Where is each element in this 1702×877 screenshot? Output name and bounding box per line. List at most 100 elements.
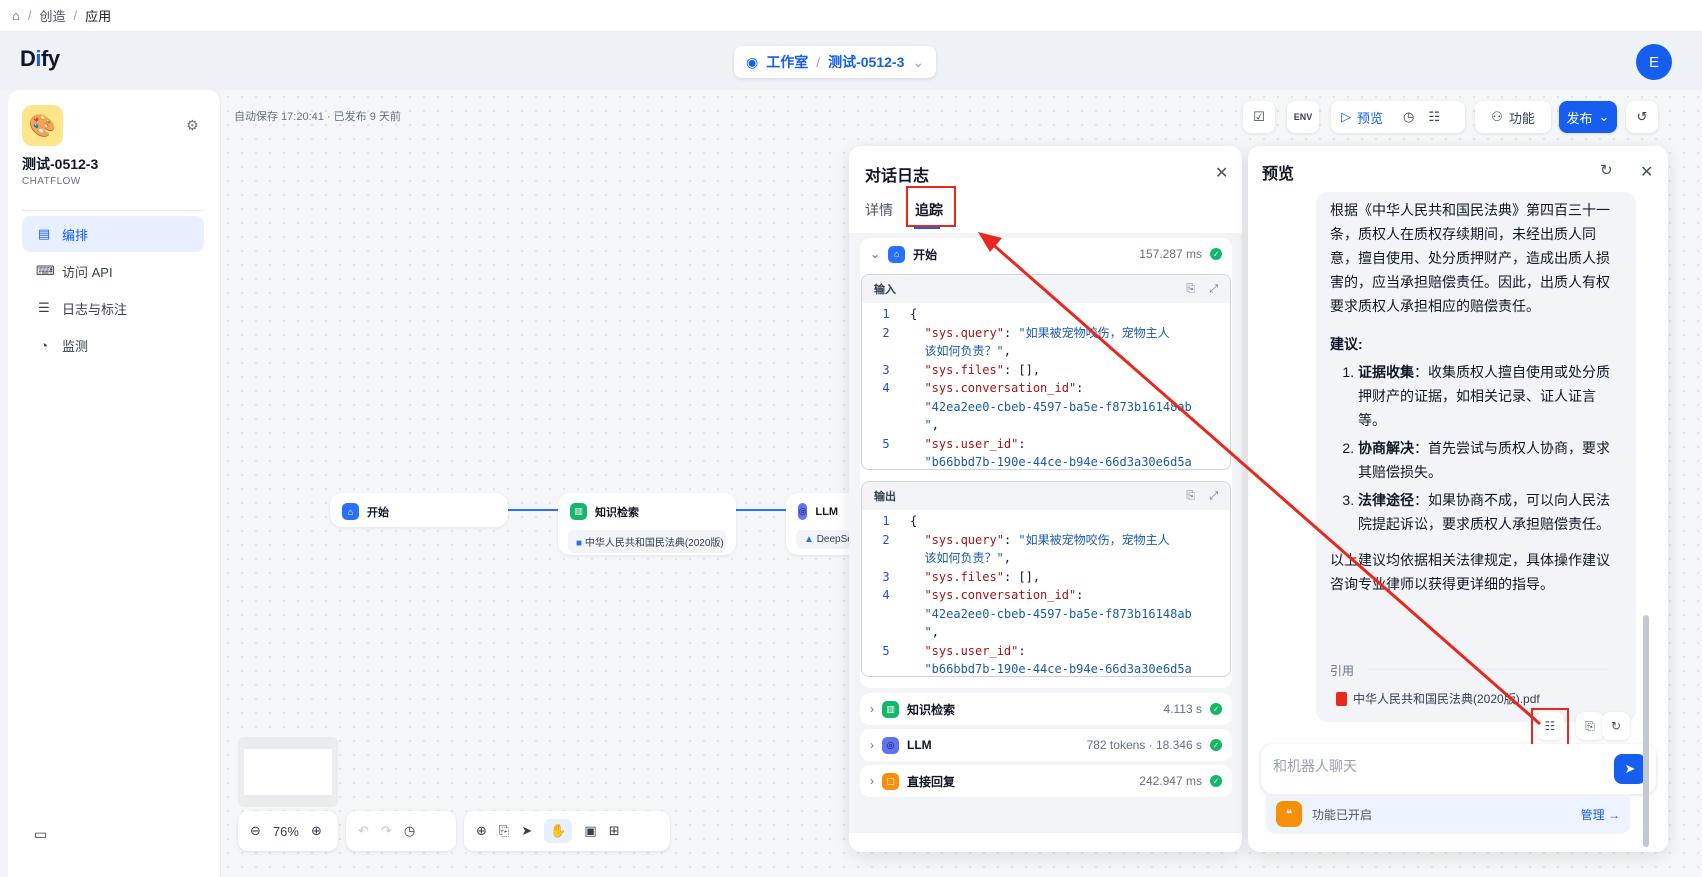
active-tab-indicator [914,227,940,229]
highlight-box [906,186,956,227]
pdf-icon [1336,691,1347,706]
trace-node-reply[interactable]: › ▢ 直接回复 242.947 ms ✓ [860,765,1232,797]
sidebar-item-orchestrate[interactable]: ▤ 编排 [22,216,204,252]
dataset-chip: ■ 中华人民共和国民法典(2020版) [568,530,726,553]
copy-button[interactable]: ⎘ [1576,712,1604,740]
pointer-icon[interactable]: ➤ [521,823,532,839]
export-image-icon[interactable]: ▣ [584,823,596,839]
features-status: 功能已开启 [1312,807,1373,822]
folder-icon: ■ [576,538,583,549]
minimap[interactable] [238,737,338,807]
zoom-controls: ⊖ 76% ⊕ [238,811,338,851]
chevron-right-icon: › [870,702,874,716]
publish-button[interactable]: 发布 ⌄ [1559,101,1617,133]
separator: / [816,54,821,70]
features-bar: ❝ 功能已开启 管理 → [1266,794,1630,834]
zoom-in-icon[interactable]: ⊕ [311,823,322,839]
sidebar-item-label: 日志与标注 [62,301,128,317]
features-icon: ⚇ [1491,109,1503,124]
env-label: ENV [1293,112,1313,122]
terminal-icon: ⌨ [36,263,55,278]
features-button[interactable]: ⚇ 功能 [1475,101,1551,133]
app-name: 测试-0512-3 [22,156,99,172]
close-icon[interactable]: ✕ [1640,162,1653,182]
copy-icon[interactable]: ⎘ [1186,283,1195,296]
breadcrumb-app: 应用 [85,9,112,24]
document-icon: ☰ [38,300,50,315]
scrollbar[interactable] [1643,195,1649,847]
answer-paragraph: 根据《中华人民共和国民法典》第四百三十一条，质权人在质权存续期间，未经出质人同意… [1330,202,1610,314]
logo-text: fy [41,46,60,71]
zoom-level[interactable]: 76% [273,824,299,839]
collapse-sidebar-icon[interactable]: ▭ [34,826,47,843]
model-chip: ▲ DeepSe [796,530,850,549]
regenerate-button[interactable]: ↻ [1602,712,1630,740]
workspace-switcher[interactable]: ◉ 工作室 / 测试-0512-3 ⌄ [734,46,937,78]
sidebar-item-monitor[interactable]: ◔ 监测 [22,327,204,363]
refresh-icon[interactable]: ↻ [1600,161,1613,179]
chevron-down-icon: ⌄ [912,53,925,70]
trace-node-knowledge[interactable]: › ▥ 知识检索 4.113 s ✓ [860,693,1232,725]
scrollbar-thumb[interactable] [1643,615,1649,847]
redo-icon[interactable]: ↷ [381,823,392,839]
breadcrumb-create[interactable]: 创造 [39,6,65,25]
reply-icon: ▢ [882,772,899,790]
close-icon[interactable]: ✕ [1215,163,1228,183]
history-controls: ↶ ↷ ◷ [346,811,456,851]
hand-icon[interactable]: ✋ [544,819,573,843]
model-name: DeepSe [816,534,850,545]
sidebar-item-logs[interactable]: ☰ 日志与标注 [22,290,204,326]
run-history-icon[interactable]: ◷ [1403,109,1414,125]
preview-button[interactable]: 预览 [1357,108,1383,127]
home-icon[interactable]: ⌂ [12,8,20,23]
add-node-icon[interactable]: ⊕ [476,823,487,839]
organize-icon[interactable]: ⊞ [609,823,620,839]
home-icon: ⌂ [888,245,906,263]
trace-node-llm[interactable]: › ◎ LLM 782 tokens · 18.346 s ✓ [860,729,1232,761]
checklist-button[interactable]: ☑ [1243,101,1275,133]
tab-detail[interactable]: 详情 [865,200,893,220]
answer-closing: 以上建议均依据相关法律规定，具体操作建议咨询专业律师以获得更详细的指导。 [1330,552,1610,592]
chat-input[interactable] [1273,758,1593,774]
trace-node-name: 开始 [913,247,938,262]
sidebar-item-api[interactable]: ⌨ 访问 API [22,253,204,289]
version-history-button[interactable]: ↺ [1626,101,1658,133]
expand-icon[interactable]: ⤢ [1209,490,1218,503]
input-label: 输入 [874,284,896,296]
node-knowledge-retrieval[interactable]: ▥ 知识检索 ■ 中华人民共和国民法典(2020版) [558,493,736,555]
trace-node-name: 知识检索 [907,702,956,717]
manage-link[interactable]: 管理 → [1581,806,1620,823]
citation-file: 中华人民共和国民法典(2020版).pdf [1353,692,1540,706]
input-box: 输入 ⎘ ⤢ 1{ 2 "sys.query": "如果被宠物咬伤，宠物主人 该如何… [861,274,1231,470]
copy-icon[interactable]: ⎘ [1186,490,1195,503]
checklist-icon[interactable]: ☷ [1428,109,1440,125]
book-icon: ▥ [570,503,587,520]
output-code: 1{ 2 "sys.query": "如果被宠物咬伤，宠物主人 该如何负责？",… [882,514,1192,676]
highlight-box [1531,708,1569,748]
dify-logo[interactable]: Dify [20,46,60,72]
sidebar-divider [22,210,204,211]
env-button[interactable]: ENV [1287,101,1319,133]
citation-label: 引用 [1330,664,1355,678]
trace-node-start[interactable]: ⌄ ⌂ 开始 157.287 ms ✓ [860,238,1232,270]
undo-icon[interactable]: ↶ [358,823,369,839]
home-icon: ⌂ [342,503,359,520]
settings-sliders-icon[interactable]: ⚙ [186,117,199,134]
add-note-icon[interactable]: ⎘ [499,823,509,839]
node-start[interactable]: ⌂ 开始 [330,493,508,527]
history-icon[interactable]: ◷ [404,823,415,839]
send-button[interactable]: ➤ [1614,754,1646,784]
citation-item[interactable]: 中华人民共和国民法典(2020版).pdf [1336,690,1540,707]
success-icon: ✓ [1210,775,1222,787]
node-llm[interactable]: ◎ LLM ▲ DeepSe [786,493,850,555]
expand-icon[interactable]: ⤢ [1209,283,1218,296]
workspace-label: 工作室 [766,54,809,70]
sidebar-item-label: 访问 API [62,264,113,280]
citation-divider [1368,669,1608,670]
preview-group: ▷ 预览 ◷ ☷ [1331,101,1465,133]
success-icon: ✓ [1210,703,1222,715]
zoom-out-icon[interactable]: ⊖ [250,823,261,839]
avatar[interactable]: E [1636,44,1672,80]
app-selector[interactable]: 测试-0512-3 [828,52,904,72]
output-label: 输出 [874,491,896,503]
